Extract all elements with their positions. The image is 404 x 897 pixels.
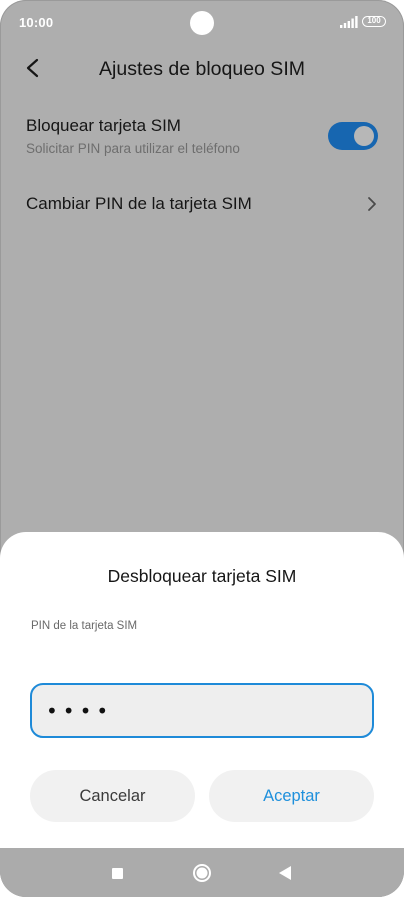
cancel-button[interactable]: Cancelar	[30, 770, 195, 822]
change-pin-title: Cambiar PIN de la tarjeta SIM	[26, 194, 252, 213]
chevron-right-icon	[368, 197, 376, 211]
lock-sim-subtitle: Solicitar PIN para utilizar el teléfono	[26, 141, 240, 156]
lock-sim-title: Bloquear tarjeta SIM	[26, 116, 181, 135]
lock-sim-toggle[interactable]	[328, 122, 378, 150]
phone-screen: 10:00 100 Ajustes de bloqueo SIM Bloquea…	[0, 0, 404, 897]
status-bar: 10:00 100	[0, 0, 404, 46]
status-time: 10:00	[19, 15, 54, 30]
toggle-knob	[354, 126, 374, 146]
front-camera-cutout	[190, 11, 214, 35]
recents-square-icon[interactable]	[112, 868, 123, 879]
change-pin-row[interactable]: Cambiar PIN de la tarjeta SIM	[26, 192, 378, 218]
back-triangle-icon[interactable]	[278, 865, 292, 881]
pin-field-label: PIN de la tarjeta SIM	[31, 620, 138, 632]
dialog-title: Desbloquear tarjeta SIM	[107, 566, 297, 586]
page-title: Ajustes de bloqueo SIM	[99, 58, 305, 80]
unlock-sim-dialog: Desbloquear tarjeta SIM PIN de la tarjet…	[0, 532, 404, 848]
accept-button[interactable]: Aceptar	[209, 770, 374, 822]
home-circle-icon[interactable]	[192, 863, 212, 883]
navigation-bar	[0, 848, 404, 897]
battery-icon: 100	[362, 16, 386, 27]
signal-icon	[340, 16, 358, 28]
pin-input[interactable]	[30, 683, 374, 738]
lock-sim-row[interactable]: Bloquear tarjeta SIM Solicitar PIN para …	[26, 116, 378, 162]
battery-level: 100	[367, 16, 381, 25]
